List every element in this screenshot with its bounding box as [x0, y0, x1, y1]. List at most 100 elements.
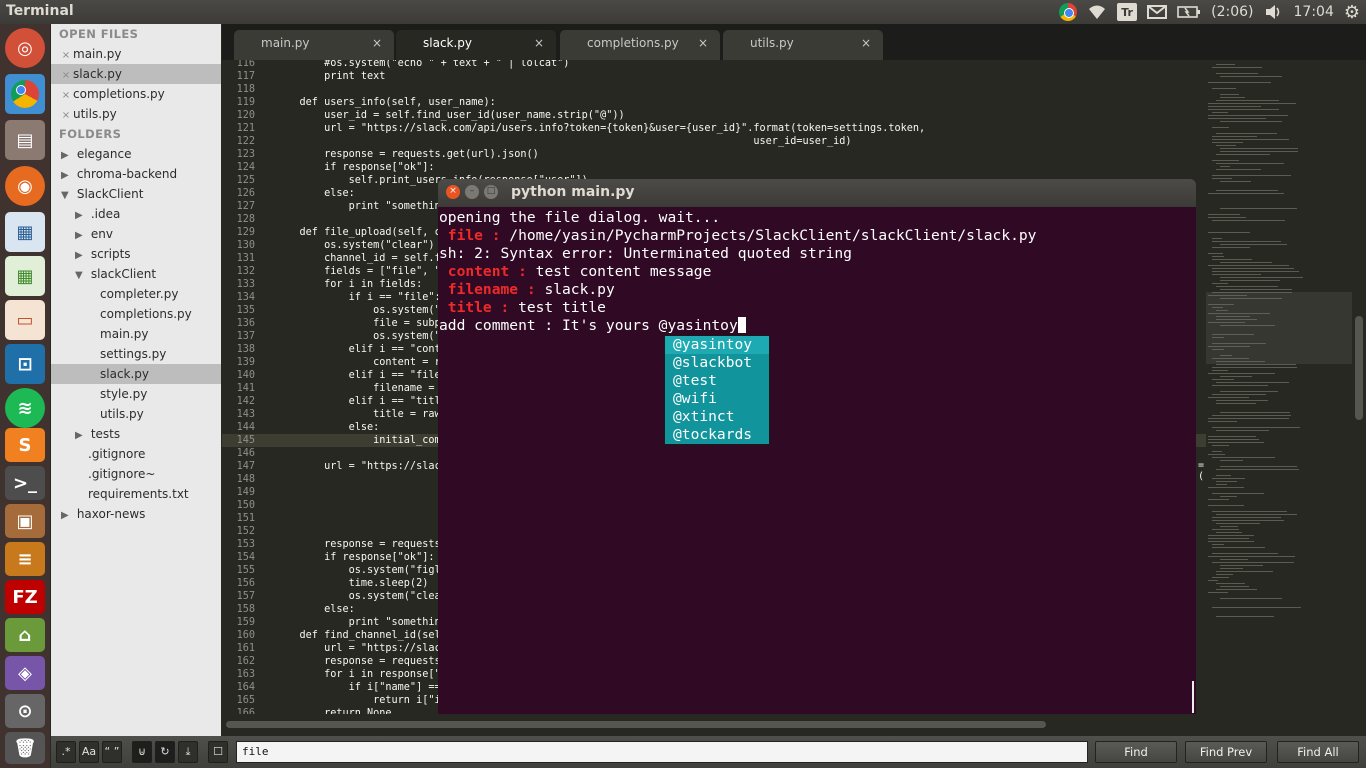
find-prev-button[interactable]: Find Prev: [1185, 741, 1267, 763]
code-line[interactable]: 124 if response["ok"]:: [222, 161, 1206, 174]
clock[interactable]: 17:04: [1294, 2, 1334, 22]
close-icon[interactable]: ×: [446, 185, 460, 199]
folder-item[interactable]: ▶ chroma-backend: [51, 164, 221, 184]
file-item[interactable]: .gitignore: [51, 444, 221, 464]
gear-icon[interactable]: ⚙: [1344, 2, 1360, 23]
code-line[interactable]: 117 print text: [222, 70, 1206, 83]
close-icon[interactable]: ×: [59, 106, 73, 126]
close-icon[interactable]: ×: [372, 30, 382, 56]
triangle-down-icon[interactable]: ▼: [75, 266, 87, 286]
open-file-item[interactable]: × utils.py: [51, 104, 221, 124]
scroll-thumb[interactable]: [226, 721, 1046, 728]
close-icon[interactable]: ×: [861, 30, 871, 56]
close-icon[interactable]: ×: [698, 30, 708, 56]
folder-item[interactable]: ▶ env: [51, 224, 221, 244]
code-line[interactable]: 119 def users_info(self, user_name):: [222, 96, 1206, 109]
triangle-right-icon[interactable]: ▶: [61, 506, 73, 526]
highlight-matches-toggle[interactable]: ⤓: [178, 741, 198, 763]
triangle-right-icon[interactable]: ▶: [61, 166, 73, 186]
chrome-icon[interactable]: [1059, 2, 1078, 22]
vertical-scrollbar[interactable]: [1352, 60, 1366, 714]
terminal-scrollbar[interactable]: [1192, 681, 1194, 713]
folder-item[interactable]: ▶ elegance: [51, 144, 221, 164]
file-item[interactable]: completions.py: [51, 304, 221, 324]
wrap-toggle[interactable]: ↻: [155, 741, 175, 763]
code-line[interactable]: 123 response = requests.get(url).json(): [222, 148, 1206, 161]
code-line[interactable]: 121 url = "https://slack.com/api/users.i…: [222, 122, 1206, 135]
file-item[interactable]: completer.py: [51, 284, 221, 304]
file-item[interactable]: style.py: [51, 384, 221, 404]
files-icon[interactable]: ▤: [5, 120, 45, 160]
tab-slack-py[interactable]: slack.py ×: [396, 30, 556, 60]
autocomplete-item[interactable]: @xtinct: [665, 408, 769, 426]
file-item[interactable]: requirements.txt: [51, 484, 221, 504]
sublime-text-icon[interactable]: S: [5, 428, 45, 462]
mail-icon[interactable]: [1147, 2, 1168, 22]
tab-main-py[interactable]: main.py ×: [234, 30, 394, 60]
open-file-item[interactable]: × main.py: [51, 44, 221, 64]
keyboard-layout-icon[interactable]: Tr: [1117, 3, 1138, 21]
firefox-icon[interactable]: ◉: [5, 166, 45, 206]
terminal-icon[interactable]: >_: [5, 466, 45, 500]
code-line[interactable]: 122 user_id=user_id): [222, 135, 1206, 148]
chrome-icon[interactable]: [5, 74, 45, 114]
battery-icon[interactable]: [1177, 2, 1201, 22]
open-file-item[interactable]: × slack.py: [51, 64, 221, 84]
triangle-right-icon[interactable]: ▶: [61, 146, 73, 166]
minimap-viewport[interactable]: [1206, 292, 1352, 364]
autocomplete-item[interactable]: @tockards: [665, 426, 769, 444]
minimize-icon[interactable]: –: [465, 185, 479, 199]
filezilla-icon[interactable]: FZ: [5, 580, 45, 614]
code-line[interactable]: 120 user_id = self.find_user_id(user_nam…: [222, 109, 1206, 122]
find-all-button[interactable]: Find All: [1277, 741, 1359, 763]
folder-item[interactable]: ▶ scripts: [51, 244, 221, 264]
libreoffice-writer-icon[interactable]: ▦: [5, 212, 45, 252]
find-button[interactable]: Find: [1095, 741, 1177, 763]
volume-icon[interactable]: [1264, 2, 1284, 22]
code-line[interactable]: 118: [222, 83, 1206, 96]
app-icon[interactable]: ◈: [5, 656, 45, 690]
wifi-icon[interactable]: [1087, 2, 1107, 22]
whole-word-toggle[interactable]: “ ”: [102, 741, 122, 763]
code-line[interactable]: 116 #os.system("echo " + text + " | lolc…: [222, 60, 1206, 70]
terminal-titlebar[interactable]: × – □ python main.py: [438, 179, 1196, 207]
autocomplete-item[interactable]: @test: [665, 372, 769, 390]
trash-icon[interactable]: 🗑: [5, 732, 45, 764]
close-icon[interactable]: ×: [534, 30, 544, 56]
folder-item[interactable]: ▶ haxor-news: [51, 504, 221, 524]
autocomplete-item[interactable]: @slackbot: [665, 354, 769, 372]
libreoffice-impress-icon[interactable]: ▭: [5, 300, 45, 340]
terminal-body[interactable]: opening the file dialog. wait... file : …: [438, 207, 1196, 714]
autocomplete-item[interactable]: @yasintoy: [665, 336, 769, 354]
folder-item[interactable]: ▶ .idea: [51, 204, 221, 224]
file-item[interactable]: main.py: [51, 324, 221, 344]
package-icon[interactable]: ▣: [5, 504, 45, 538]
close-icon[interactable]: ×: [59, 86, 73, 106]
close-icon[interactable]: ×: [59, 66, 73, 86]
file-item[interactable]: slack.py: [51, 364, 221, 384]
regex-toggle[interactable]: .*: [56, 741, 76, 763]
app-icon[interactable]: ⊡: [5, 344, 45, 384]
ubuntu-dash-icon[interactable]: ◎: [5, 28, 45, 68]
libreoffice-calc-icon[interactable]: ▦: [5, 256, 45, 296]
scroll-thumb[interactable]: [1355, 316, 1363, 420]
folder-item[interactable]: ▼ slackClient: [51, 264, 221, 284]
file-item[interactable]: .gitignore~: [51, 464, 221, 484]
close-icon[interactable]: ×: [59, 46, 73, 66]
triangle-right-icon[interactable]: ▶: [75, 426, 87, 446]
autocomplete-item[interactable]: @wifi: [665, 390, 769, 408]
case-sensitive-toggle[interactable]: Aa: [79, 741, 99, 763]
tab-completions-py[interactable]: completions.py ×: [560, 30, 720, 60]
terminal-prompt-line[interactable]: add comment : It's yours @yasintoy: [439, 317, 746, 335]
app-icon[interactable]: ⊙: [5, 694, 45, 728]
spotify-icon[interactable]: ≋: [5, 388, 45, 428]
file-item[interactable]: utils.py: [51, 404, 221, 424]
folder-item[interactable]: ▶ tests: [51, 424, 221, 444]
folder-item[interactable]: ▼ SlackClient: [51, 184, 221, 204]
file-item[interactable]: settings.py: [51, 344, 221, 364]
tab-utils-py[interactable]: utils.py ×: [723, 30, 883, 60]
find-input[interactable]: file: [236, 741, 1088, 763]
triangle-right-icon[interactable]: ▶: [75, 226, 87, 246]
minimap[interactable]: [1206, 60, 1352, 714]
triangle-right-icon[interactable]: ▶: [75, 206, 87, 226]
